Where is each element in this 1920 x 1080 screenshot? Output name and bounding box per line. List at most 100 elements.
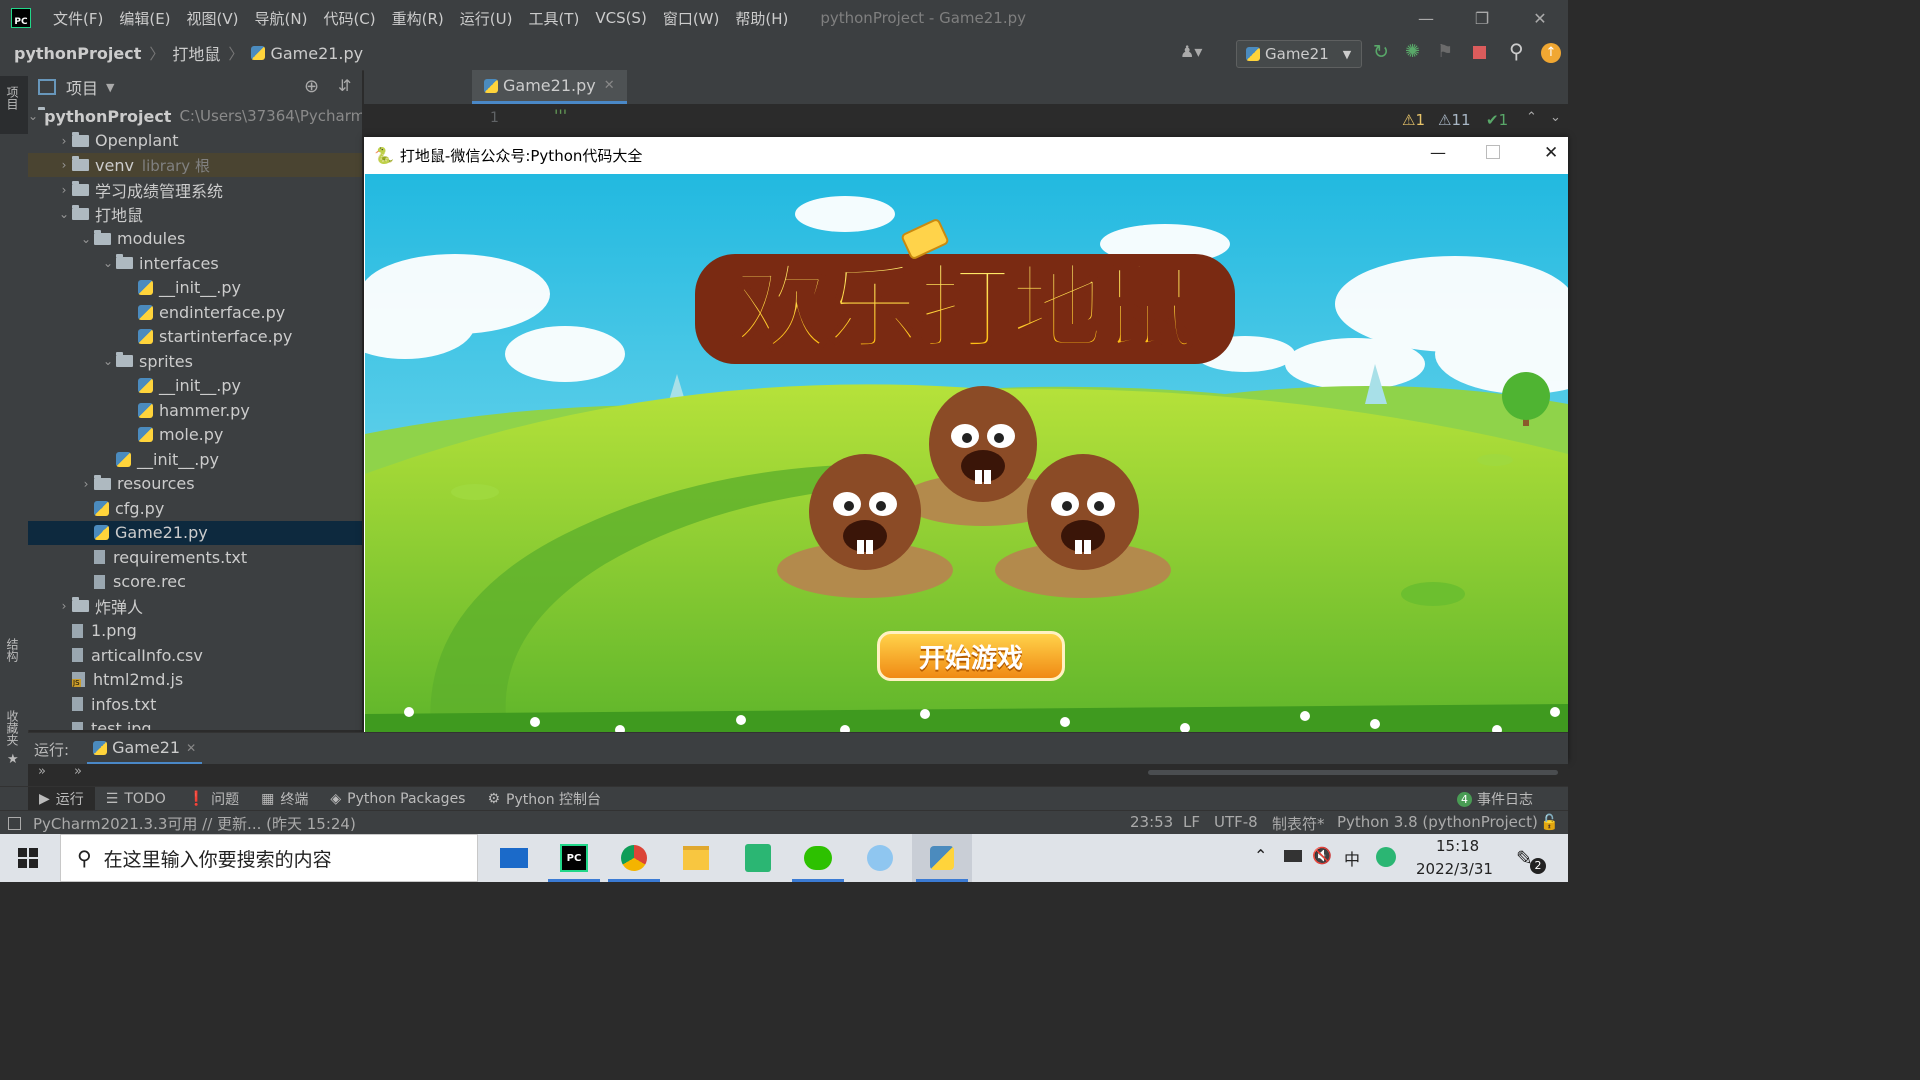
menu-window[interactable]: 窗口(W) xyxy=(655,8,728,29)
tool-terminal[interactable]: ▦ 终端 xyxy=(250,787,319,811)
tab-game21[interactable]: Game21.py ✕ xyxy=(472,70,627,104)
chevron-down-icon[interactable]: ⌄ xyxy=(100,256,116,270)
tool-problems[interactable]: ❗ 问题 xyxy=(177,787,250,811)
tree-item[interactable]: __init__.py xyxy=(28,276,362,300)
ime-indicator[interactable]: 中 xyxy=(1344,846,1360,870)
tree-item[interactable]: hammer.py xyxy=(28,398,362,422)
menu-code[interactable]: 代码(C) xyxy=(315,8,383,29)
tree-item[interactable]: infos.txt xyxy=(28,692,362,716)
update-icon[interactable]: ↑ xyxy=(1541,43,1561,63)
breadcrumb-project[interactable]: pythonProject xyxy=(14,44,141,63)
tree-item[interactable]: test.jpg xyxy=(28,717,362,730)
expand-icon[interactable]: » xyxy=(38,764,46,779)
expand-icon[interactable]: » xyxy=(74,764,82,779)
chevron-right-icon[interactable]: › xyxy=(56,183,72,197)
game-canvas[interactable]: 欢乐打地鼠 开始游戏 xyxy=(365,174,1568,760)
menu-navigate[interactable]: 导航(N) xyxy=(247,8,316,29)
start-game-button[interactable]: 开始游戏 xyxy=(877,631,1065,681)
chevron-down-icon[interactable]: ⌄ xyxy=(78,232,94,246)
breadcrumb-folder[interactable]: 打地鼠 xyxy=(172,41,220,65)
tool-python-console[interactable]: ⚙ Python 控制台 xyxy=(476,787,612,811)
tree-item[interactable]: score.rec xyxy=(28,570,362,594)
pycharm-app-icon[interactable]: PC xyxy=(544,834,604,882)
tree-item[interactable]: endinterface.py xyxy=(28,300,362,324)
structure-tool-button[interactable]: 结构 xyxy=(4,638,21,662)
menu-edit[interactable]: 编辑(E) xyxy=(111,8,178,29)
tree-item[interactable]: › 学习成绩管理系统 xyxy=(28,178,362,202)
python-app-icon[interactable] xyxy=(912,834,972,882)
file-explorer-icon[interactable] xyxy=(666,834,726,882)
mail-app-icon[interactable] xyxy=(484,834,544,882)
menu-help[interactable]: 帮助(H) xyxy=(727,8,796,29)
tree-item[interactable]: ⌄ sprites xyxy=(28,349,362,373)
warning-icon[interactable]: ⚠1 xyxy=(1402,111,1425,129)
tree-item[interactable]: ⌄ modules xyxy=(28,227,362,251)
tool-python-packages[interactable]: ◈ Python Packages xyxy=(319,787,476,811)
line-separator[interactable]: LF xyxy=(1183,813,1200,831)
chevron-right-icon[interactable]: › xyxy=(56,599,72,613)
chevron-down-icon[interactable]: ⌄ xyxy=(28,109,38,123)
chevron-right-icon[interactable]: › xyxy=(56,158,72,172)
project-panel-title[interactable]: 项目 xyxy=(66,75,98,99)
menu-vcs[interactable]: VCS(S) xyxy=(587,9,654,27)
project-tool-button[interactable]: 项目 xyxy=(0,76,28,134)
pdf-app-icon[interactable] xyxy=(728,834,788,882)
python-interpreter[interactable]: Python 3.8 (pythonProject) xyxy=(1337,813,1538,831)
windows-start-icon[interactable] xyxy=(18,848,38,868)
clock-date[interactable]: 2022/3/31 xyxy=(1416,860,1493,878)
battery-icon[interactable] xyxy=(1284,850,1302,862)
menu-view[interactable]: 视图(V) xyxy=(179,8,247,29)
minimize-icon[interactable]: — xyxy=(1398,0,1454,36)
code-editor[interactable]: 1 ''' ⚠1 ⚠11 ✔1 ⌃ ⌄ xyxy=(364,104,1568,138)
menu-file[interactable]: 文件(F) xyxy=(45,8,111,29)
tree-item[interactable]: __init__.py xyxy=(28,447,362,471)
menu-tools[interactable]: 工具(T) xyxy=(520,8,587,29)
restore-icon[interactable]: ❐ xyxy=(1454,0,1510,36)
search-icon[interactable]: ⚲ xyxy=(1509,39,1524,63)
caret-position[interactable]: 23:53 xyxy=(1130,813,1173,831)
chevron-down-icon[interactable]: ⌄ xyxy=(56,207,72,221)
menu-refactor[interactable]: 重构(R) xyxy=(384,8,452,29)
lock-icon[interactable]: 🔓 xyxy=(1540,813,1559,831)
weak-warning-icon[interactable]: ⚠11 xyxy=(1438,111,1471,129)
chevron-up-icon[interactable]: ⌃ xyxy=(1254,846,1267,865)
expand-all-icon[interactable]: ⇵ xyxy=(338,76,351,95)
tree-item[interactable]: › venv library 根 xyxy=(28,153,362,177)
tree-item[interactable]: Game21.py xyxy=(28,520,362,545)
tree-item[interactable]: requirements.txt xyxy=(28,545,362,569)
chevron-down-icon[interactable]: ⌄ xyxy=(100,354,116,368)
taskbar-search-box[interactable]: ⚲ 在这里输入你要搜索的内容 xyxy=(60,834,478,882)
chevron-up-icon[interactable]: ⌃ xyxy=(1526,110,1537,125)
tree-item[interactable]: html2md.js xyxy=(28,668,362,692)
run-console[interactable]: » » xyxy=(28,764,1568,786)
tool-event-log[interactable]: 4 事件日志 xyxy=(1446,787,1544,811)
tree-item[interactable]: › Openplant xyxy=(28,129,362,153)
chrome-app-icon[interactable] xyxy=(604,834,664,882)
check-icon[interactable]: ✔1 xyxy=(1486,111,1508,129)
locate-icon[interactable]: ⊕ xyxy=(304,76,319,97)
tool-run[interactable]: ▶ 运行 xyxy=(28,787,95,811)
chevron-right-icon[interactable]: › xyxy=(78,477,94,491)
tree-item[interactable]: startinterface.py xyxy=(28,325,362,349)
close-icon[interactable]: ✕ xyxy=(1512,0,1568,36)
debug-icon[interactable]: ✺ xyxy=(1405,41,1420,62)
user-icon[interactable]: ♟▾ xyxy=(1180,42,1202,61)
tree-item[interactable]: articalInfo.csv xyxy=(28,643,362,667)
volume-muted-icon[interactable]: 🔇 xyxy=(1312,846,1332,865)
status-message[interactable]: PyCharm2021.3.3可用 // 更新... (昨天 15:24) xyxy=(33,813,356,834)
tree-item[interactable]: ⌄ interfaces xyxy=(28,251,362,275)
run-configuration-dropdown[interactable]: Game21 ▼ xyxy=(1236,40,1362,68)
chevron-down-icon[interactable]: ▼ xyxy=(106,81,114,94)
breadcrumb-file[interactable]: Game21.py xyxy=(270,44,363,63)
tree-item[interactable]: › 炸弹人 xyxy=(28,594,362,618)
toggle-tool-windows-icon[interactable] xyxy=(8,816,21,830)
tree-item[interactable]: 1.png xyxy=(28,619,362,643)
chevron-right-icon[interactable]: › xyxy=(56,134,72,148)
game-minimize-icon[interactable]: — xyxy=(1430,143,1446,162)
stop-icon[interactable] xyxy=(1473,46,1486,59)
wechat-app-icon[interactable] xyxy=(788,834,848,882)
chevron-down-icon[interactable]: ⌄ xyxy=(1550,110,1561,125)
tree-item[interactable]: › resources xyxy=(28,472,362,496)
rerun-icon[interactable]: ↻ xyxy=(1373,41,1389,63)
tree-item[interactable]: ⌄ 打地鼠 xyxy=(28,202,362,226)
